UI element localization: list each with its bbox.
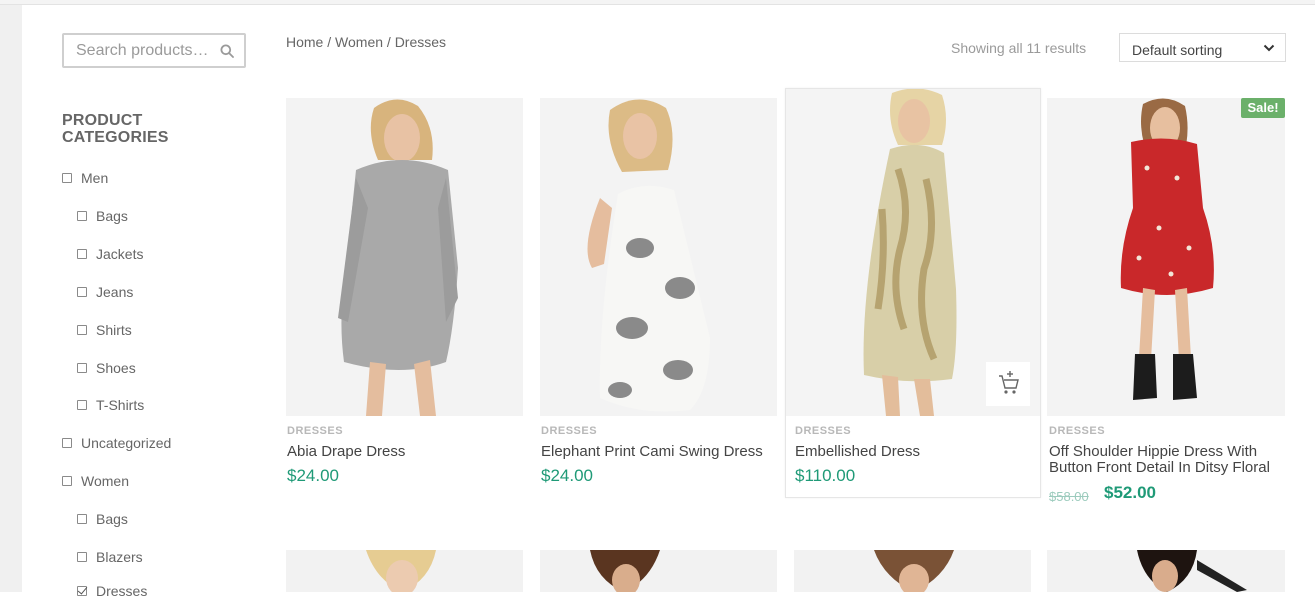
search-input[interactable] (64, 35, 214, 66)
category-label: Dresses (96, 583, 148, 599)
category-shirts[interactable]: Shirts (77, 322, 132, 338)
sale-badge: Sale! (1241, 98, 1285, 118)
category-label: T-Shirts (96, 397, 145, 413)
category-blazers[interactable]: Blazers (77, 549, 143, 565)
category-women-bags[interactable]: Bags (77, 511, 128, 527)
product-categories-title: PRODUCT CATEGORIES (62, 112, 169, 146)
top-border (0, 0, 1315, 5)
product-image[interactable] (540, 98, 777, 416)
add-to-cart-icon (999, 371, 1019, 394)
product-price: $24.00 (541, 466, 593, 485)
model-image (590, 550, 660, 592)
model-red-floral-dress-image (1047, 98, 1285, 416)
checkbox[interactable] (62, 173, 72, 183)
breadcrumb-current: Dresses (394, 34, 447, 50)
breadcrumb-separator: / (323, 34, 336, 50)
category-t-shirts[interactable]: T-Shirts (77, 397, 144, 413)
checkbox[interactable] (77, 211, 87, 221)
checkbox-checked[interactable] (77, 586, 87, 596)
breadcrumb: Home / Women / Dresses (286, 34, 446, 50)
product-image[interactable] (1047, 98, 1285, 416)
checkbox[interactable] (77, 325, 87, 335)
product-name[interactable]: Embellished Dress (795, 444, 1031, 460)
left-gutter (0, 5, 22, 592)
search-icon[interactable] (220, 44, 234, 58)
product-name[interactable]: Abia Drape Dress (287, 444, 517, 460)
category-women[interactable]: Women (62, 473, 129, 489)
category-jackets[interactable]: Jackets (77, 246, 143, 262)
product-image[interactable] (540, 550, 777, 592)
category-men-bags[interactable]: Bags (77, 208, 128, 224)
model-image (1137, 550, 1247, 592)
product-search[interactable] (62, 33, 246, 68)
checkbox[interactable] (77, 552, 87, 562)
sorting-select[interactable]: Default sorting (1119, 33, 1286, 62)
product-image[interactable] (794, 550, 1031, 592)
breadcrumb-home[interactable]: Home (286, 34, 323, 50)
product-category[interactable]: DRESSES (541, 425, 597, 437)
category-dresses[interactable]: Dresses (77, 583, 147, 599)
results-count: Showing all 11 results (951, 40, 1087, 56)
category-men[interactable]: Men (62, 170, 108, 186)
checkbox[interactable] (62, 438, 72, 448)
product-price: $110.00 (795, 466, 856, 485)
product-name[interactable]: Elephant Print Cami Swing Dress (541, 444, 773, 460)
model-elephant-dress-image (540, 98, 777, 416)
product-image[interactable] (286, 550, 523, 592)
category-label: Jackets (96, 246, 144, 262)
product-category[interactable]: DRESSES (287, 425, 343, 437)
checkbox[interactable] (77, 514, 87, 524)
checkbox[interactable] (77, 287, 87, 297)
model-grey-dress-image (286, 98, 523, 416)
checkbox[interactable] (77, 363, 87, 373)
product-price: $24.00 (287, 466, 339, 485)
checkbox[interactable] (62, 476, 72, 486)
product-image[interactable] (1047, 550, 1285, 592)
category-label: Bags (96, 208, 128, 224)
category-label: Uncategorized (81, 435, 172, 451)
product-name[interactable]: Off Shoulder Hippie Dress With Button Fr… (1049, 444, 1285, 476)
category-label: Jeans (96, 284, 134, 300)
product-category[interactable]: DRESSES (795, 425, 851, 437)
category-label: Men (81, 170, 109, 186)
product-image[interactable] (286, 98, 523, 416)
category-label: Shoes (96, 360, 136, 376)
checkbox[interactable] (77, 249, 87, 259)
category-jeans[interactable]: Jeans (77, 284, 133, 300)
category-label: Bags (96, 511, 128, 527)
model-image (874, 550, 954, 592)
category-label: Blazers (96, 549, 143, 565)
model-image (366, 550, 436, 592)
product-category[interactable]: DRESSES (1049, 425, 1105, 437)
breadcrumb-women[interactable]: Women (335, 34, 383, 50)
add-to-cart-button[interactable] (986, 362, 1030, 406)
category-uncategorized[interactable]: Uncategorized (62, 435, 171, 451)
category-label: Shirts (96, 322, 132, 338)
category-label: Women (81, 473, 129, 489)
sorting-value: Default sorting (1132, 42, 1223, 58)
product-old-price: $58.00 (1049, 489, 1089, 504)
breadcrumb-separator: / (383, 34, 395, 50)
product-sale-price: $52.00 (1104, 483, 1156, 502)
chevron-down-icon (1263, 44, 1275, 52)
checkbox[interactable] (77, 400, 87, 410)
category-shoes[interactable]: Shoes (77, 360, 136, 376)
